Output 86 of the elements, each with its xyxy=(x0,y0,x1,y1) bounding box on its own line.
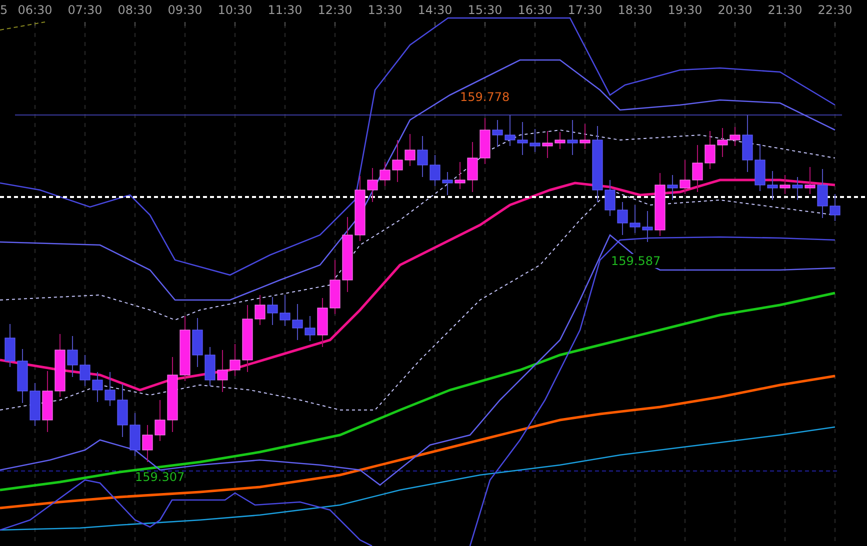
candlestick xyxy=(617,202,628,236)
time-axis-label: 12:30 xyxy=(316,3,354,17)
candlestick xyxy=(417,136,428,178)
time-axis-label: 13:30 xyxy=(366,3,404,17)
time-axis-label: 5 xyxy=(0,3,9,17)
candlestick xyxy=(642,210,653,242)
candlestick xyxy=(467,142,478,192)
time-axis-label: 21:30 xyxy=(766,3,804,17)
candlestick xyxy=(767,170,778,200)
time-axis-label: 19:30 xyxy=(666,3,704,17)
candlestick xyxy=(292,304,303,340)
candlestick xyxy=(692,144,703,192)
candlestick xyxy=(442,172,453,196)
candlestick xyxy=(804,166,816,194)
price-label: 159.778 xyxy=(460,90,510,104)
candlestick xyxy=(80,354,90,386)
candlestick xyxy=(42,370,53,432)
candlestick xyxy=(230,344,240,376)
candlestick xyxy=(280,294,290,326)
candlestick xyxy=(404,134,416,166)
candlestick xyxy=(104,372,116,406)
time-axis-label: 22:30 xyxy=(816,3,854,17)
candlestick xyxy=(17,348,28,404)
time-axis-label: 15:30 xyxy=(466,3,504,17)
time-axis-label: 06:30 xyxy=(16,3,54,17)
time-axis-label: 09:30 xyxy=(166,3,204,17)
candlestick xyxy=(754,144,766,192)
price-label: 159.307 xyxy=(135,470,185,484)
candlestick xyxy=(604,180,616,216)
candlestick xyxy=(54,334,66,398)
candlestick xyxy=(204,346,216,386)
candlestick xyxy=(242,304,253,372)
candlestick xyxy=(317,298,328,348)
candlestick xyxy=(254,294,266,326)
time-axis-label: 18:30 xyxy=(616,3,654,17)
candlestick xyxy=(454,162,466,190)
time-axis-label: 14:30 xyxy=(416,3,454,17)
candlestick xyxy=(780,174,790,194)
candlestick xyxy=(180,316,190,382)
candlestick xyxy=(267,296,278,326)
candlestick xyxy=(654,172,666,236)
candlestick xyxy=(480,118,490,164)
time-axis-label: 16:30 xyxy=(516,3,554,17)
candlestick xyxy=(630,204,640,234)
candlestick xyxy=(380,162,390,186)
time-axis-label: 08:30 xyxy=(116,3,154,17)
candlestick xyxy=(354,176,366,242)
candlestick xyxy=(117,384,128,438)
candlestick xyxy=(392,140,403,182)
candlestick xyxy=(830,194,840,222)
candlestick xyxy=(517,122,528,156)
candlestick xyxy=(567,120,578,156)
candlestick xyxy=(580,124,590,150)
candlestick xyxy=(30,382,40,426)
time-axis-label: 10:30 xyxy=(216,3,254,17)
candlestick xyxy=(430,154,440,186)
candlestick xyxy=(4,324,16,368)
candlestick xyxy=(217,350,228,392)
candlestick xyxy=(192,318,203,368)
candlestick xyxy=(542,130,553,158)
candlestick xyxy=(367,168,378,202)
time-axis-label: 07:30 xyxy=(66,3,104,17)
candlestick xyxy=(504,114,516,146)
candlestick xyxy=(742,114,753,172)
candlestick xyxy=(142,424,153,462)
candlestick xyxy=(817,168,828,218)
candlestick xyxy=(717,128,728,158)
candlestick xyxy=(554,132,566,150)
price-label: 159.587 xyxy=(610,254,662,268)
time-axis-label: 17:30 xyxy=(566,3,604,17)
candlestick xyxy=(154,400,166,442)
candlestick xyxy=(704,130,716,170)
candlestick xyxy=(67,336,78,378)
candlestick xyxy=(792,176,803,200)
candlestick xyxy=(330,260,340,314)
candlestick xyxy=(667,174,678,200)
candlestick xyxy=(730,126,740,146)
candlestick xyxy=(530,128,540,152)
candlestick xyxy=(304,316,316,342)
time-axis-label: 20:30 xyxy=(716,3,754,17)
candlestick xyxy=(680,160,690,194)
trend-line xyxy=(0,22,46,30)
candlestick xyxy=(92,372,103,402)
time-axis-label: 11:30 xyxy=(266,3,304,17)
candlestick xyxy=(130,412,140,456)
candlestick xyxy=(492,120,503,148)
